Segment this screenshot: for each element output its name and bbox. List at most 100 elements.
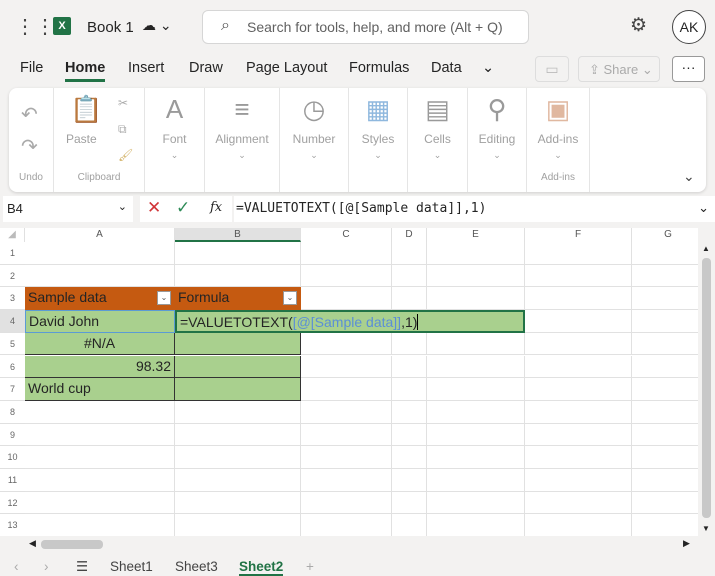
cell-A1[interactable]: [25, 242, 175, 265]
cell-G8[interactable]: [632, 401, 698, 424]
cell-G12[interactable]: [632, 492, 698, 515]
row-header-12[interactable]: 12: [0, 492, 25, 515]
expand-ribbon-chevron-icon[interactable]: ⌄: [683, 168, 695, 185]
select-all-corner[interactable]: ◢: [0, 228, 25, 242]
column-header-d[interactable]: D: [392, 228, 427, 242]
column-header-c[interactable]: C: [301, 228, 392, 242]
more-options-button[interactable]: ···: [672, 56, 705, 82]
cell-E13[interactable]: [427, 514, 525, 536]
filter-dropdown-icon[interactable]: ⌄: [157, 291, 171, 306]
cell-B12[interactable]: [175, 491, 301, 515]
cell-D9[interactable]: [392, 423, 427, 447]
cell-C5[interactable]: [301, 332, 392, 356]
cell-E6[interactable]: [427, 355, 525, 379]
cell-E11[interactable]: [427, 469, 525, 492]
row-header-7[interactable]: 7: [0, 378, 25, 401]
paste-label[interactable]: Paste: [66, 132, 97, 146]
redo-icon[interactable]: ↷: [21, 134, 38, 159]
cell-D13[interactable]: [392, 514, 427, 536]
cut-icon[interactable]: ✂: [118, 96, 128, 110]
cell-C3[interactable]: [301, 287, 392, 311]
filter-dropdown-icon[interactable]: ⌄: [283, 291, 297, 306]
cell-E2[interactable]: [427, 264, 525, 288]
cell-B5[interactable]: [175, 332, 301, 356]
add-sheet-icon[interactable]: +: [306, 559, 314, 574]
cell-D7[interactable]: [392, 378, 427, 401]
cell-E1[interactable]: [427, 242, 525, 265]
sheet-tab-sheet2[interactable]: Sheet2: [239, 559, 284, 576]
cell-A13[interactable]: [25, 514, 175, 536]
cell-C13[interactable]: [301, 514, 392, 536]
scroll-up-icon[interactable]: ▲: [702, 244, 710, 253]
cell-B13[interactable]: [175, 514, 301, 536]
cell-F1[interactable]: [525, 242, 632, 265]
cell-A4[interactable]: David John: [25, 310, 175, 333]
cell-E12[interactable]: [427, 491, 525, 515]
cell-A10[interactable]: [25, 446, 175, 469]
cell-B7[interactable]: [175, 378, 301, 401]
cell-D3[interactable]: [392, 287, 427, 311]
cell-G11[interactable]: [632, 469, 698, 492]
column-header-g[interactable]: G: [632, 228, 698, 242]
cell-C1[interactable]: [301, 242, 392, 265]
cell-B2[interactable]: [175, 264, 301, 288]
alignment-group[interactable]: ≡ Alignment ⌄: [205, 88, 280, 192]
row-header-11[interactable]: 11: [0, 469, 25, 492]
cell-F3[interactable]: [525, 287, 632, 311]
tab-file[interactable]: File: [20, 60, 43, 76]
insert-function-icon[interactable]: fx: [210, 200, 222, 215]
cell-F11[interactable]: [525, 469, 632, 492]
cell-C9[interactable]: [301, 423, 392, 447]
row-header-5[interactable]: 5: [0, 333, 25, 356]
name-box[interactable]: B4 ⌄: [3, 196, 133, 222]
cell-D10[interactable]: [392, 446, 427, 469]
enter-checkmark-icon[interactable]: ✓: [176, 198, 190, 218]
sheet-tab-sheet3[interactable]: Sheet3: [175, 559, 218, 574]
paste-icon[interactable]: 📋: [70, 94, 102, 125]
cell-E10[interactable]: [427, 446, 525, 469]
worksheet-grid[interactable]: ◢ A B C D E F G 1 2 3 Sample data ⌄ Formula ⌄ 4…: [0, 228, 698, 536]
tab-insert[interactable]: Insert: [128, 60, 164, 76]
cell-A8[interactable]: [25, 400, 175, 424]
cell-G1[interactable]: [632, 242, 698, 265]
styles-group[interactable]: ▦ Styles ⌄: [349, 88, 408, 192]
cell-B3[interactable]: Formula ⌄: [175, 287, 301, 311]
cell-F4[interactable]: [525, 310, 632, 333]
cell-F6[interactable]: [525, 355, 632, 379]
tab-home[interactable]: Home: [65, 60, 106, 82]
search-input[interactable]: ⌕ Search for tools, help, and more (Alt …: [202, 10, 529, 44]
cell-G9[interactable]: [632, 424, 698, 447]
cell-F5[interactable]: [525, 332, 632, 356]
cell-E8[interactable]: [427, 400, 525, 424]
row-header-13[interactable]: 13: [0, 514, 25, 536]
cell-D8[interactable]: [392, 400, 427, 424]
cell-B8[interactable]: [175, 400, 301, 424]
tab-formulas[interactable]: Formulas: [349, 60, 409, 76]
cell-C12[interactable]: [301, 491, 392, 515]
cell-B10[interactable]: [175, 446, 301, 469]
cell-D11[interactable]: [392, 469, 427, 492]
cell-B6[interactable]: [175, 355, 301, 379]
cell-F8[interactable]: [525, 400, 632, 424]
cells-group[interactable]: ▤ Cells ⌄: [408, 88, 468, 192]
cell-G13[interactable]: [632, 514, 698, 536]
workbook-title[interactable]: Book 1: [87, 19, 134, 36]
column-header-e[interactable]: E: [427, 228, 525, 242]
cell-F7[interactable]: [525, 378, 632, 401]
scroll-down-icon[interactable]: ▼: [702, 524, 710, 533]
cell-D12[interactable]: [392, 491, 427, 515]
row-header-9[interactable]: 9: [0, 424, 25, 447]
save-status-icon[interactable]: ☁ ⌄: [142, 17, 172, 34]
cell-B9[interactable]: [175, 423, 301, 447]
cell-G10[interactable]: [632, 446, 698, 469]
cell-G4[interactable]: [632, 310, 698, 333]
row-header-8[interactable]: 8: [0, 401, 25, 424]
number-group[interactable]: ◷ Number ⌄: [280, 88, 349, 192]
share-button[interactable]: ⇪ Share ⌄: [578, 56, 660, 82]
cell-D6[interactable]: [392, 355, 427, 379]
row-header-1[interactable]: 1: [0, 242, 25, 265]
editing-group[interactable]: ⚲ Editing ⌄: [468, 88, 527, 192]
cell-E3[interactable]: [427, 287, 525, 311]
cell-C6[interactable]: [301, 355, 392, 379]
font-group[interactable]: A Font ⌄: [145, 88, 205, 192]
